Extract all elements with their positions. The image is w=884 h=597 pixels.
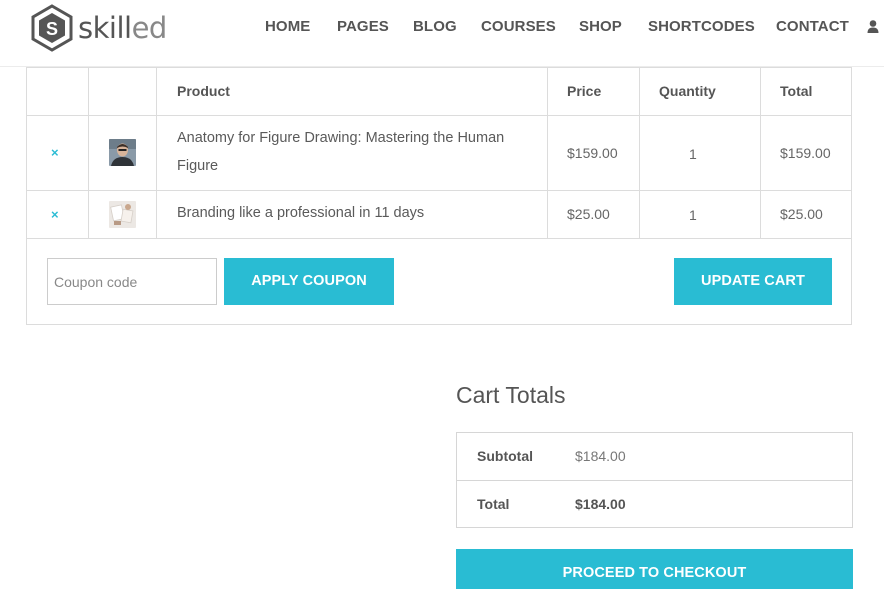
product-price: $159.00 [567, 145, 618, 161]
cart-table: Product Price Quantity Total × Anatomy f… [26, 67, 852, 325]
subtotal-value: $184.00 [575, 448, 626, 464]
proceed-to-checkout-button[interactable]: PROCEED TO CHECKOUT [456, 549, 853, 589]
row-divider [27, 238, 851, 239]
col-divider [547, 68, 548, 238]
row-divider [27, 115, 851, 116]
col-divider [88, 68, 89, 238]
coupon-code-input[interactable] [47, 258, 217, 305]
nav-shop[interactable]: SHOP [579, 18, 622, 35]
header-quantity: Quantity [659, 83, 716, 99]
col-divider [156, 68, 157, 238]
cart-totals-title: Cart Totals [456, 382, 566, 408]
total-label: Total [477, 496, 510, 512]
cart-totals-table: Subtotal $184.00 Total $184.00 [456, 432, 853, 528]
site-header: S skilled HOME PAGES BLOG COURSES SHOP S… [0, 0, 884, 67]
col-divider [760, 68, 761, 238]
product-name-line1[interactable]: Anatomy for Figure Drawing: Mastering th… [177, 124, 537, 152]
product-subtotal: $159.00 [780, 145, 831, 161]
nav-contact[interactable]: CONTACT [776, 18, 849, 35]
subtotal-label: Subtotal [477, 448, 533, 464]
header-total: Total [780, 83, 813, 99]
nav-courses[interactable]: COURSES [481, 18, 556, 35]
header-price: Price [567, 83, 602, 99]
product-thumbnail-branding[interactable] [109, 201, 136, 228]
product-thumbnail-man-portrait[interactable] [109, 139, 136, 166]
user-icon[interactable] [867, 19, 879, 35]
product-name-line1[interactable]: Branding like a professional in 11 days [177, 199, 537, 227]
apply-coupon-button[interactable]: APPLY COUPON [224, 258, 394, 305]
quantity-value[interactable]: 1 [689, 207, 697, 223]
product-name[interactable]: Anatomy for Figure Drawing: Mastering th… [177, 124, 537, 180]
nav-shortcodes[interactable]: SHORTCODES [648, 18, 755, 35]
row-divider [457, 480, 852, 481]
remove-item-icon[interactable]: × [51, 207, 59, 222]
row-divider [27, 190, 851, 191]
remove-item-icon[interactable]: × [51, 145, 59, 160]
nav-home[interactable]: HOME [265, 18, 310, 35]
col-divider [639, 68, 640, 238]
product-name[interactable]: Branding like a professional in 11 days [177, 199, 537, 227]
nav-pages[interactable]: PAGES [337, 18, 389, 35]
total-value: $184.00 [575, 496, 626, 512]
quantity-value[interactable]: 1 [689, 146, 697, 162]
main-nav: HOME PAGES BLOG COURSES SHOP SHORTCODES … [0, 18, 884, 38]
product-name-line2[interactable]: Figure [177, 152, 537, 180]
update-cart-button[interactable]: UPDATE CART [674, 258, 832, 305]
product-price: $25.00 [567, 206, 610, 222]
header-product: Product [177, 83, 230, 99]
nav-blog[interactable]: BLOG [413, 18, 457, 35]
product-subtotal: $25.00 [780, 206, 823, 222]
